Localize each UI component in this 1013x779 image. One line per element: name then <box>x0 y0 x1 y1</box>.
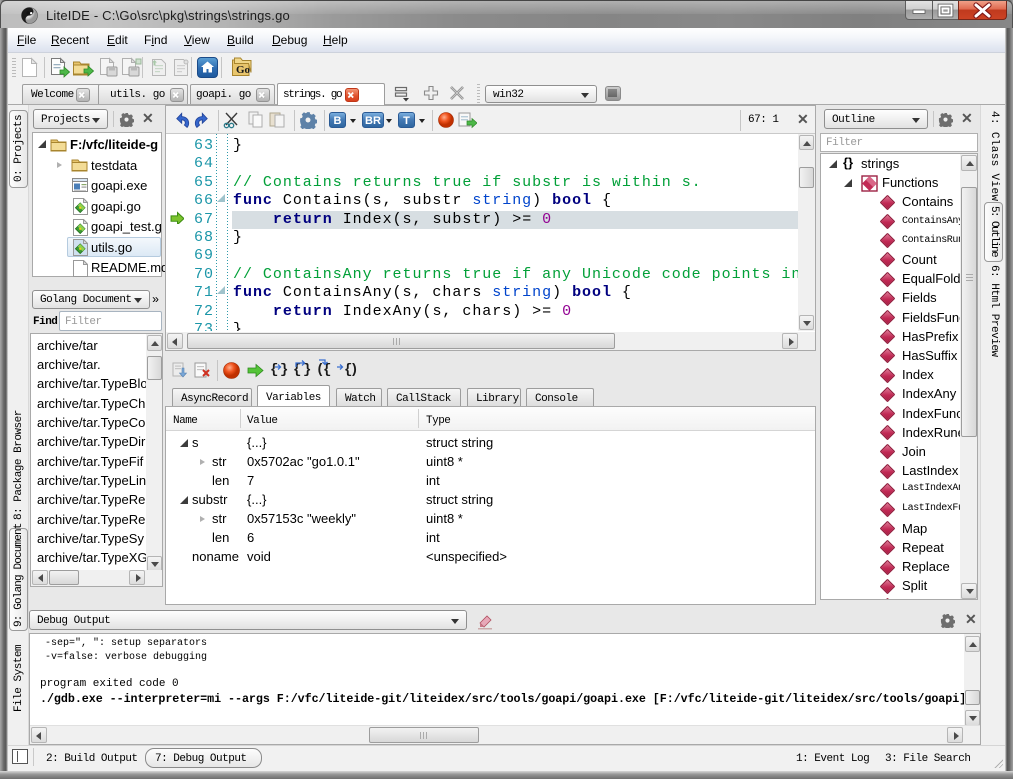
svg-text:Go: Go <box>236 64 251 76</box>
